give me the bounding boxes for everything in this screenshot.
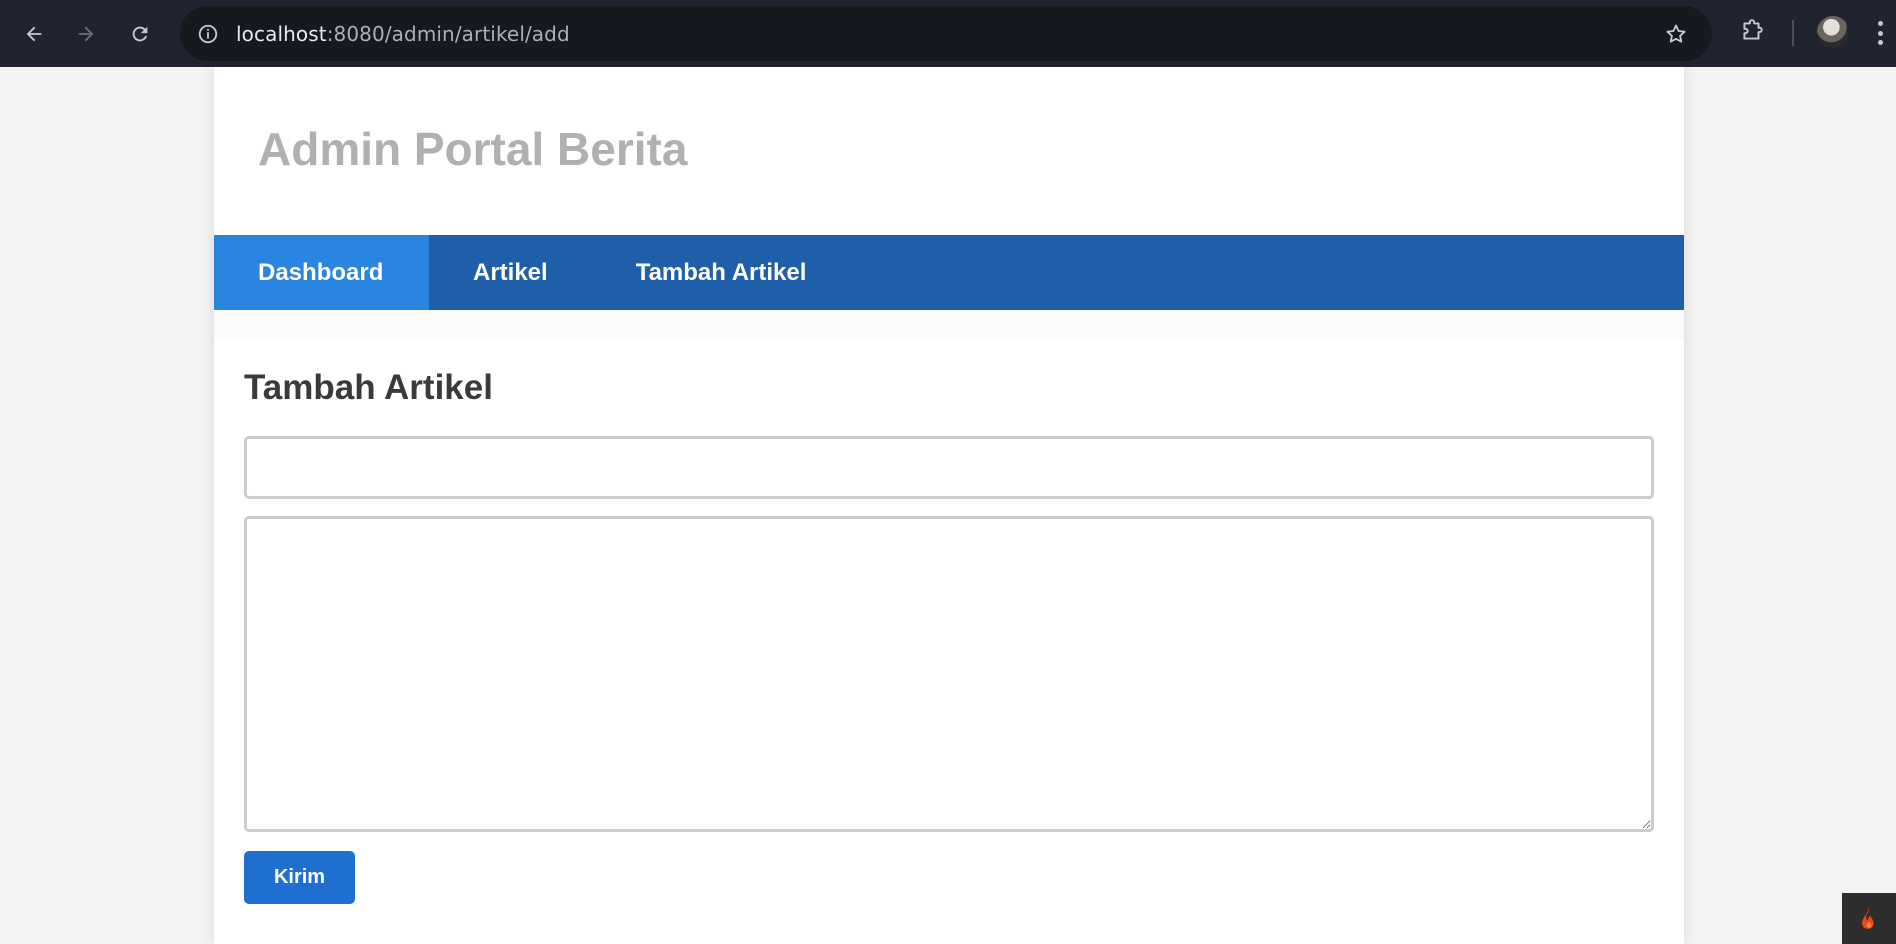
reload-icon [132, 26, 148, 42]
site-title: Admin Portal Berita [258, 123, 688, 175]
arrow-left-icon [26, 26, 42, 42]
address-bar[interactable]: localhost:8080/admin/artikel/add [180, 6, 1712, 61]
article-title-input[interactable] [244, 436, 1654, 499]
main-container: Admin Portal Berita Dashboard Artikel Ta… [214, 67, 1684, 944]
nav-item-dashboard[interactable]: Dashboard [214, 235, 429, 310]
info-icon[interactable] [194, 20, 222, 48]
back-button[interactable] [14, 14, 54, 54]
page: Admin Portal Berita Dashboard Artikel Ta… [0, 67, 1896, 944]
reload-button[interactable] [120, 14, 160, 54]
main-nav: Dashboard Artikel Tambah Artikel [214, 235, 1684, 310]
url-text[interactable]: localhost:8080/admin/artikel/add [236, 6, 570, 61]
nav-item-tambah-artikel[interactable]: Tambah Artikel [592, 235, 851, 310]
submit-button[interactable]: Kirim [244, 851, 355, 904]
star-icon[interactable] [1662, 20, 1690, 48]
page-title: Tambah Artikel [244, 368, 493, 407]
nav-spacer [214, 310, 1684, 340]
url-host: localhost [236, 21, 327, 46]
article-body-textarea[interactable] [244, 516, 1654, 832]
nav-item-artikel[interactable]: Artikel [429, 235, 592, 310]
toolbar-divider [1792, 20, 1794, 46]
browser-toolbar: localhost:8080/admin/artikel/add [0, 0, 1896, 67]
debug-toolbar-toggle[interactable] [1842, 893, 1896, 944]
flame-icon [1862, 906, 1874, 929]
site-header: Admin Portal Berita [214, 67, 1684, 235]
profile-avatar[interactable] [1817, 16, 1849, 48]
forward-button[interactable] [66, 14, 106, 54]
arrow-right-icon [78, 26, 94, 42]
url-path: :8080/admin/artikel/add [326, 21, 570, 46]
more-vertical-icon[interactable] [1874, 18, 1886, 48]
puzzle-icon[interactable] [1737, 16, 1767, 46]
